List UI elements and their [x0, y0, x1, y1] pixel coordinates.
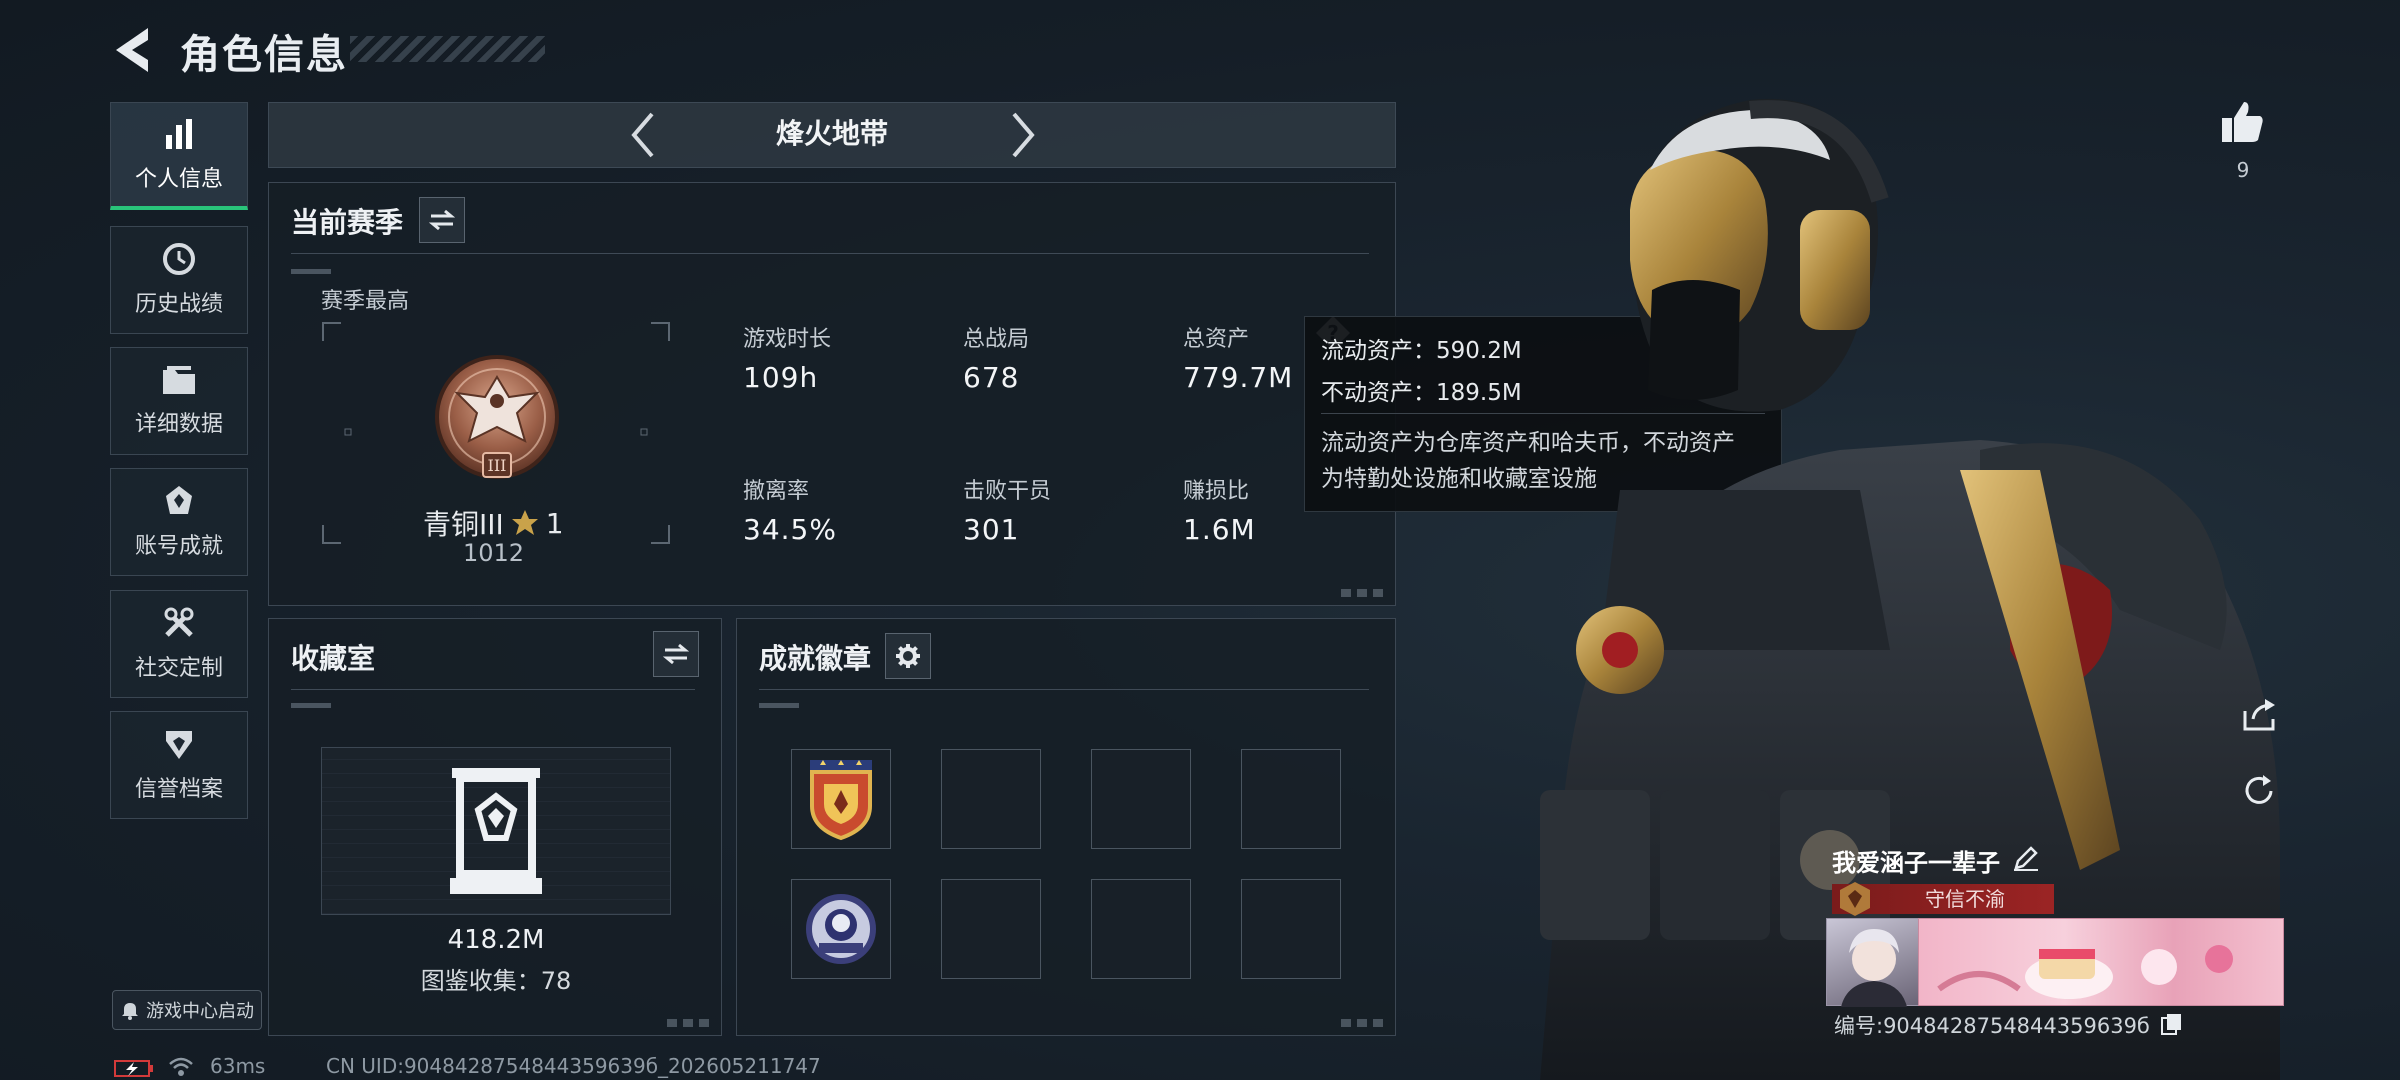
like-count: 9 — [2236, 158, 2250, 182]
star-icon — [511, 510, 538, 535]
nav-label: 详细数据 — [134, 412, 223, 437]
stat-label-extract-rate: 撤离率 — [743, 479, 810, 504]
nav-label: 社交定制 — [134, 656, 223, 681]
collection-panel: 收藏室 418.2M 图鉴收集：78 — [268, 618, 722, 1036]
title-decoration — [350, 36, 545, 62]
nav-achievements[interactable]: 账号成就 — [110, 468, 248, 576]
copy-icon[interactable] — [2160, 1012, 2184, 1036]
player-id: 编号:9048428754844359639б — [1834, 1014, 2150, 1038]
stat-value-assets: 779.7M — [1183, 361, 1294, 394]
rank-star-count: 1 — [545, 506, 564, 540]
share-button[interactable] — [2234, 690, 2284, 740]
stat-value-kills: 301 — [963, 513, 1020, 546]
stat-value-matches: 678 — [963, 361, 1020, 394]
stat-label-kills: 击败干员 — [963, 479, 1052, 504]
gear-icon — [896, 644, 920, 668]
back-button[interactable] — [108, 22, 164, 78]
stat-value-extract-rate: 34.5% — [743, 513, 837, 546]
badge-slot[interactable] — [791, 879, 891, 979]
player-banner[interactable] — [1918, 918, 2284, 1006]
chevron-left-icon — [631, 112, 654, 158]
collection-display[interactable] — [321, 747, 671, 915]
game-center-launch[interactable]: 游戏中心启动 — [112, 990, 262, 1030]
collection-value: 418.2M — [447, 925, 545, 955]
rank-name-row: 青铜III 1 — [423, 503, 564, 543]
badges-panel: 成就徽章 — [736, 618, 1396, 1036]
nav-reputation[interactable]: 信誉档案 — [110, 711, 248, 819]
stat-label-assets: 总资产 — [1183, 327, 1250, 352]
season-best-label: 赛季最高 — [321, 289, 410, 314]
mode-next-button[interactable] — [1000, 108, 1046, 162]
bell-icon — [122, 1003, 138, 1020]
swap-icon — [663, 643, 689, 665]
reputation-label: 守信不渝 — [1925, 887, 2005, 911]
collection-title: 收藏室 — [291, 642, 376, 675]
season-switch-button[interactable] — [419, 197, 465, 243]
season-title: 当前赛季 — [291, 206, 404, 239]
player-avatar[interactable] — [1826, 918, 1920, 1007]
collection-catalog: 图鉴收集：78 — [420, 967, 572, 995]
network-latency: 63ms — [210, 1054, 266, 1078]
refresh-button[interactable] — [2234, 766, 2284, 816]
wifi-icon — [169, 1057, 193, 1076]
banner-art — [1937, 945, 2233, 999]
nav-personal-info[interactable]: 个人信息 — [110, 102, 248, 210]
nav-social-custom[interactable]: 社交定制 — [110, 590, 248, 698]
uid-text: CN UID:9048428754844359639б_202605211747 — [326, 1054, 821, 1078]
back-arrow-icon — [116, 28, 148, 72]
vault-icon — [450, 768, 542, 894]
nav-history[interactable]: 历史战绩 — [110, 226, 248, 334]
mode-prev-button[interactable] — [620, 108, 666, 162]
badge-slot-empty[interactable] — [941, 749, 1041, 849]
folder-icon — [161, 364, 197, 396]
nav-detailed-data[interactable]: 详细数据 — [110, 347, 248, 455]
nav-label: 个人信息 — [134, 166, 223, 192]
bar-chart-icon — [162, 117, 196, 151]
reputation-emblem-icon — [1840, 882, 1870, 916]
stat-value-profit-ratio: 1.6M — [1183, 513, 1256, 546]
tools-icon — [162, 606, 196, 640]
svg-text:III: III — [488, 456, 507, 475]
badge-slot-empty[interactable] — [1091, 879, 1191, 979]
edit-name-icon[interactable] — [2012, 844, 2040, 872]
collection-switch-button[interactable] — [653, 631, 699, 677]
achievement-icon — [162, 484, 196, 518]
clock-icon — [162, 242, 196, 276]
badges-settings-button[interactable] — [885, 633, 931, 679]
like-button[interactable] — [2218, 96, 2268, 146]
bronze-rank-emblem: III — [435, 355, 559, 479]
stat-label-profit-ratio: 赚损比 — [1183, 479, 1250, 504]
badge-slot-empty[interactable] — [1091, 749, 1191, 849]
stat-value-playtime: 109h — [743, 361, 819, 394]
player-name: 我爱涵子一辈子 — [1832, 849, 2000, 877]
badge-slot-empty[interactable] — [1241, 879, 1341, 979]
stat-label-playtime: 游戏时长 — [743, 327, 832, 352]
round-badge-icon — [806, 894, 876, 964]
nav-label: 信誉档案 — [134, 777, 223, 802]
nav-label: 账号成就 — [134, 534, 223, 559]
rank-score: 1012 — [463, 539, 525, 567]
chevron-right-icon — [1012, 112, 1035, 158]
badges-title: 成就徽章 — [759, 642, 872, 675]
avatar-portrait — [1841, 929, 1907, 1007]
shield-badge-icon — [810, 760, 872, 841]
badge-slot-empty[interactable] — [1241, 749, 1341, 849]
refresh-icon — [2245, 775, 2273, 804]
nav-label: 历史战绩 — [134, 292, 223, 317]
thumbs-up-icon — [2222, 102, 2263, 142]
badge-slot-empty[interactable] — [941, 879, 1041, 979]
battery-icon — [114, 1060, 153, 1077]
stat-label-matches: 总战局 — [963, 327, 1030, 352]
shield-icon — [162, 727, 196, 761]
rank-name: 青铜III — [423, 508, 504, 541]
mode-title: 烽火地带 — [775, 117, 888, 150]
season-panel: 当前赛季 赛季最高 III 青铜III 1 1012 游戏时长 109h 总战局… — [268, 182, 1396, 606]
swap-icon — [429, 209, 455, 231]
launch-label: 游戏中心启动 — [146, 1001, 254, 1022]
badge-slot[interactable] — [791, 749, 891, 849]
page-title: 角色信息 — [180, 32, 348, 78]
share-icon — [2243, 699, 2275, 731]
